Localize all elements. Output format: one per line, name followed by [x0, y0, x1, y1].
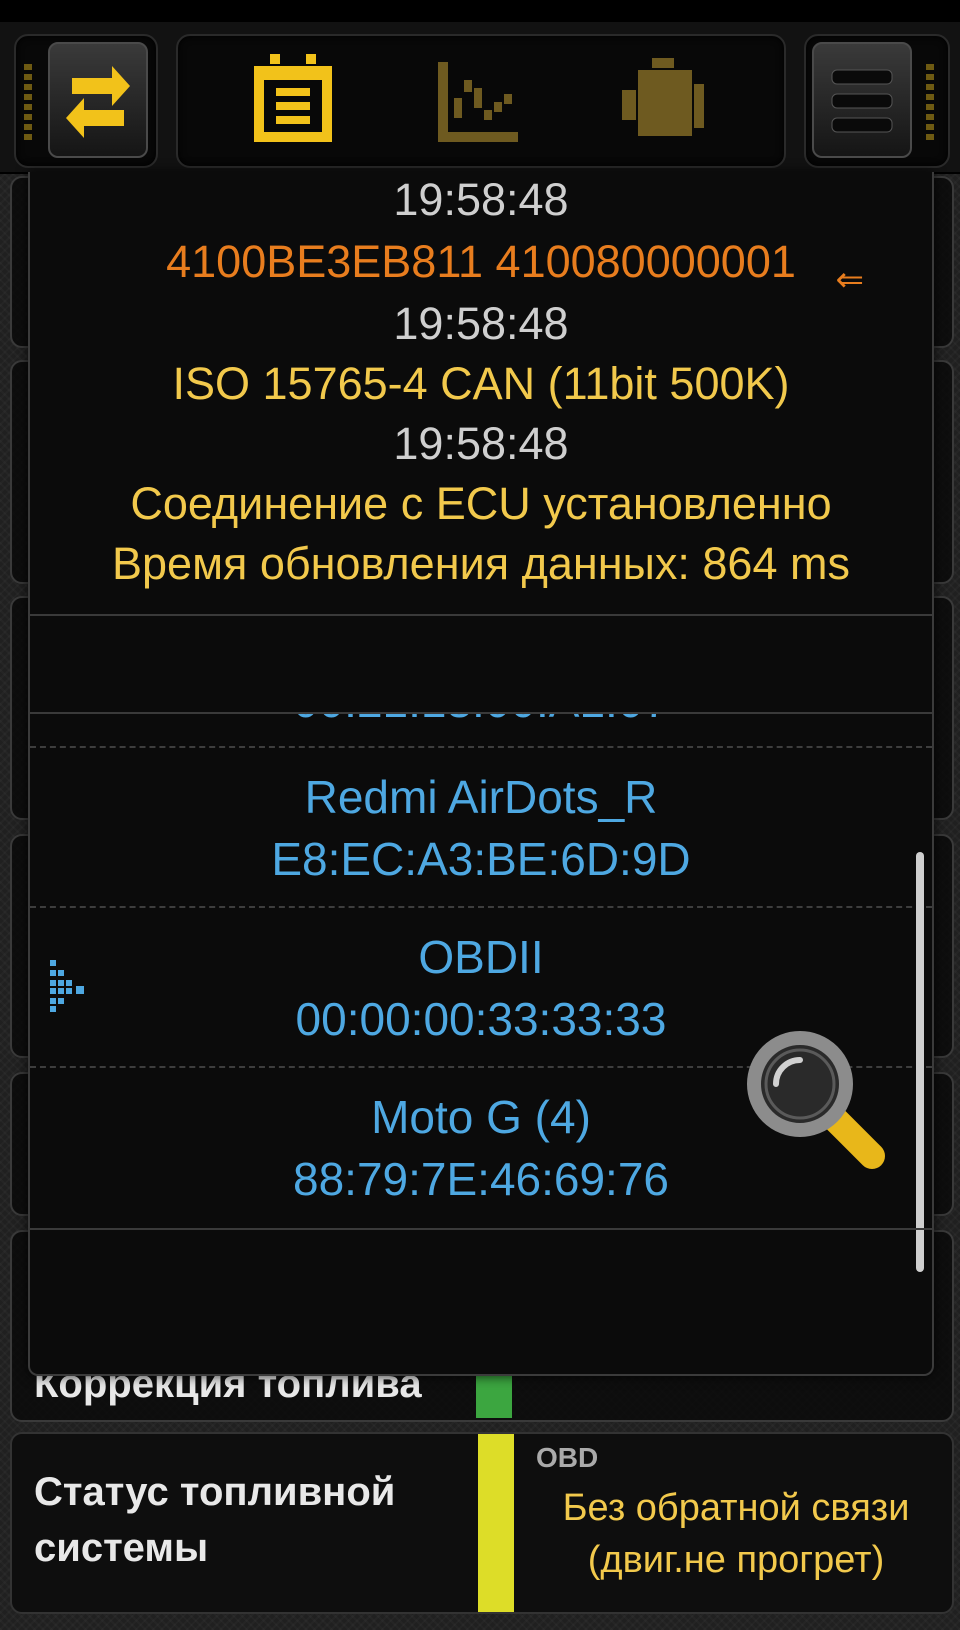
grip-right	[926, 64, 934, 144]
log-time: 19:58:48	[393, 174, 569, 225]
device-name: OBDII	[418, 931, 544, 983]
tab-bar	[176, 34, 786, 168]
device-address: E8:EC:A3:BE:6D:9D	[271, 833, 691, 885]
log-update-time: Время обновления данных: 864 ms	[112, 538, 850, 589]
fuel-system-status-row[interactable]: Статус топливной системы OBD Без обратно…	[10, 1432, 954, 1614]
top-toolbar	[0, 22, 960, 174]
fuel-correction-bar	[476, 1372, 512, 1418]
device-item[interactable]: Redmi AirDots_R E8:EC:A3:BE:6D:9D	[30, 748, 932, 906]
log-response: 4100BE3EB811 410080000001	[166, 236, 796, 287]
connection-button[interactable]	[48, 42, 148, 158]
connection-log-dialog: 19:58:48 4100BE3EB811 410080000001 ⇐ 19:…	[28, 172, 934, 1376]
device-list[interactable]: 00:21:13:00:A1:07 Redmi AirDots_R E8:EC:…	[30, 714, 932, 1228]
fuel-status-indicator-bar	[478, 1434, 514, 1612]
log-time: 19:58:48	[393, 418, 569, 469]
log-protocol: ISO 15765-4 CAN (11bit 500K)	[172, 358, 790, 409]
grip-left	[24, 64, 32, 144]
search-icon[interactable]	[742, 1026, 892, 1176]
dashboard-grid-icon[interactable]	[248, 50, 338, 150]
chart-icon[interactable]	[434, 58, 524, 148]
swap-arrows-icon	[66, 66, 130, 138]
menu-button[interactable]	[812, 42, 912, 158]
status-bar	[0, 0, 960, 22]
device-list-scrollbar[interactable]	[916, 852, 924, 1272]
engine-icon[interactable]	[618, 54, 708, 150]
device-address[interactable]: 00:21:13:00:A1:07	[30, 714, 932, 732]
fuel-system-status-value: Без обратной связи (двиг.не прогрет)	[562, 1487, 910, 1581]
divider	[30, 614, 932, 616]
data-source-label: OBD	[536, 1442, 599, 1473]
fuel-system-status-label: Статус топливной системы	[34, 1470, 396, 1570]
hamburger-menu-icon	[831, 69, 893, 133]
divider	[30, 1228, 932, 1230]
right-button-frame	[804, 34, 950, 168]
left-button-frame	[14, 34, 158, 168]
log-time: 19:58:48	[393, 298, 569, 349]
log-ecu-connected: Соединение с ECU установленно	[130, 478, 832, 529]
incoming-arrow-icon: ⇐	[835, 261, 865, 299]
device-name: Redmi AirDots_R	[304, 771, 658, 823]
